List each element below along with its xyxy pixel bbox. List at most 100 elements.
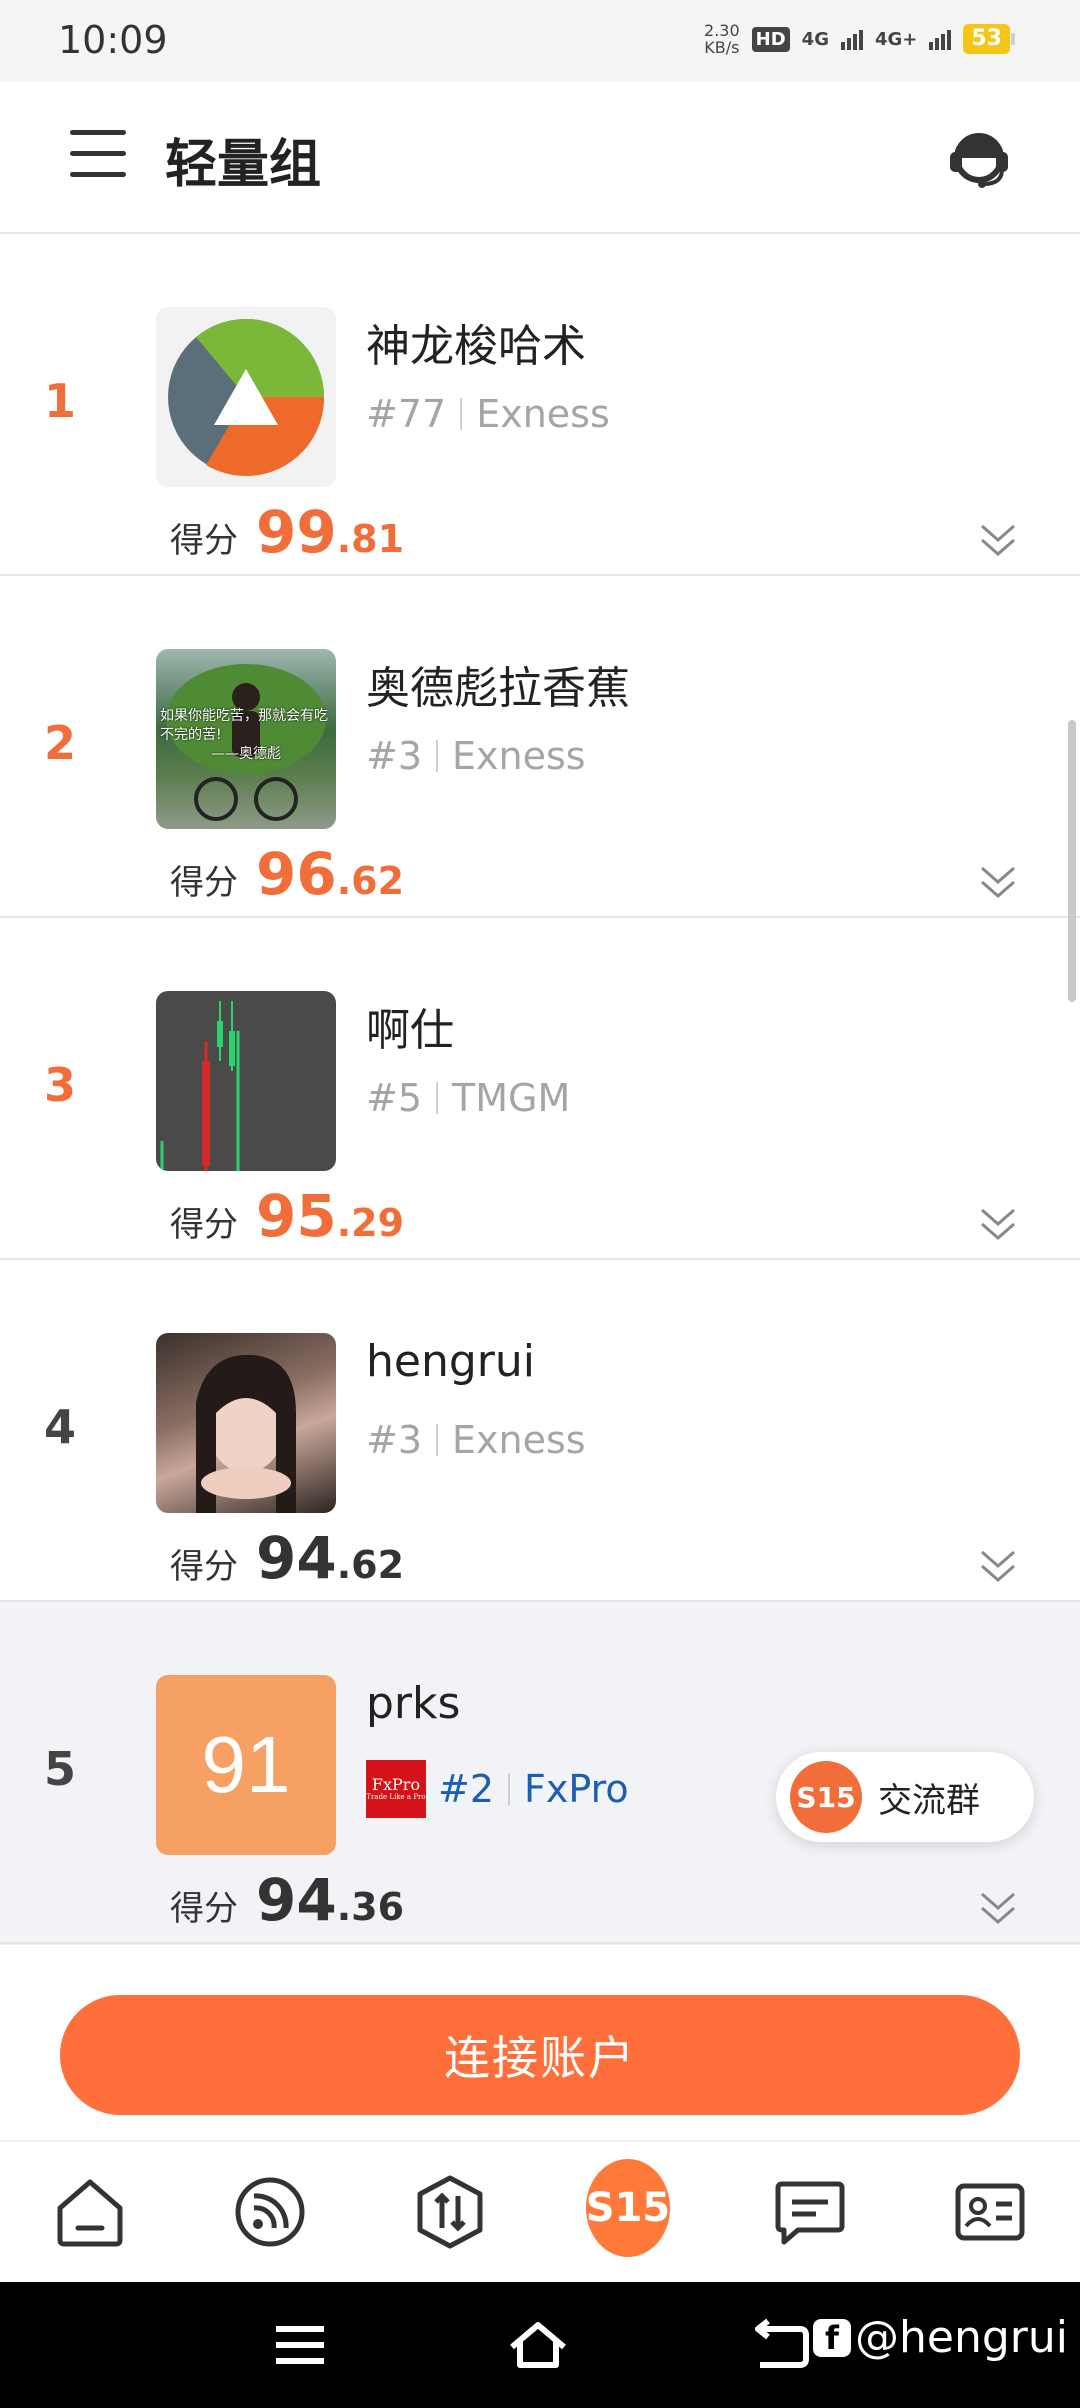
back-icon[interactable]: [752, 2317, 812, 2373]
score: 得分 99 .81: [170, 498, 404, 566]
scrollbar[interactable]: [1068, 720, 1076, 1002]
trader-avatar[interactable]: [156, 307, 336, 487]
network-type-1: 4G: [801, 28, 829, 50]
score-decimal: .62: [336, 859, 405, 903]
rank-number: 4: [43, 1400, 76, 1454]
score-decimal: .62: [336, 1543, 405, 1587]
account-meta: #5 TMGM: [366, 1076, 570, 1120]
recent-apps-icon[interactable]: [270, 2317, 330, 2373]
score-integer: 94: [256, 1524, 337, 1592]
rank-number: 2: [43, 716, 76, 770]
account-number: #77: [366, 392, 447, 436]
rank-number: 1: [43, 374, 76, 428]
score-integer: 95: [256, 1182, 337, 1250]
score-label: 得分: [170, 1547, 238, 1587]
score-integer: 96: [256, 840, 337, 908]
home-nav-icon[interactable]: [508, 2317, 568, 2373]
score: 得分 94 .36: [170, 1866, 404, 1934]
account-meta: #3 Exness: [366, 1418, 586, 1462]
avatar-caption-line: 如果你能吃苦，那就会有吃: [160, 708, 328, 724]
account-number: #2: [438, 1767, 495, 1811]
divider: [436, 1424, 439, 1456]
feed-icon[interactable]: [230, 2172, 310, 2252]
home-icon[interactable]: [50, 2172, 130, 2252]
cta-area: 连接账户: [0, 1944, 1080, 2140]
signal-icon-2: [929, 28, 952, 50]
leaderboard-list[interactable]: 1 神龙梭哈术 #77 Exness 得分 99 .81 2 如果你能吃苦，那就…: [0, 234, 1080, 1944]
trader-avatar[interactable]: 如果你能吃苦，那就会有吃 不完的苦! ——奥德彪: [156, 649, 336, 829]
profile-card-icon[interactable]: [950, 2172, 1030, 2252]
bottom-tab-bar: S15: [0, 2140, 1080, 2282]
trader-avatar[interactable]: 91: [156, 1675, 336, 1855]
list-item[interactable]: 1 神龙梭哈术 #77 Exness 得分 99 .81: [0, 234, 1080, 576]
account-meta: FxPro Trade Like a Pro #2 FxPro: [366, 1760, 629, 1818]
trader-name[interactable]: 神龙梭哈术: [366, 310, 586, 374]
status-bar: 10:09 2.30 KB/s HD 4G 4G+ 53: [0, 0, 1080, 82]
broker-name: TMGM: [452, 1076, 571, 1120]
score-decimal: .29: [336, 1201, 405, 1245]
broker-name: Exness: [476, 392, 610, 436]
score-label: 得分: [170, 1205, 238, 1245]
s15-logo-icon[interactable]: S15: [585, 2159, 671, 2257]
expand-chevron-icon[interactable]: [978, 520, 1018, 560]
system-navigation-bar: f @hengrui: [0, 2282, 1080, 2408]
divider: [436, 1082, 439, 1114]
score-integer: 94: [256, 1866, 337, 1934]
score-label: 得分: [170, 863, 238, 903]
trade-icon[interactable]: [410, 2172, 490, 2252]
trader-name[interactable]: 奥德彪拉香蕉: [366, 652, 630, 716]
account-number: #5: [366, 1076, 423, 1120]
avatar-initials: 91: [201, 1720, 291, 1809]
messages-icon[interactable]: [770, 2172, 850, 2252]
account-meta: #77 Exness: [366, 392, 610, 436]
score-label: 得分: [170, 521, 238, 561]
account-meta: #3 Exness: [366, 734, 586, 778]
list-item[interactable]: 3 啊仕 #5 TMGM 得分 95 .29: [0, 918, 1080, 1260]
broker-name: Exness: [452, 734, 586, 778]
account-number: #3: [366, 734, 423, 778]
score-decimal: .36: [336, 1885, 405, 1929]
score: 得分 96 .62: [170, 840, 404, 908]
list-item[interactable]: 2 如果你能吃苦，那就会有吃 不完的苦! ——奥德彪 奥德彪拉香蕉 #3 Exn…: [0, 576, 1080, 918]
app-header: 轻量组: [0, 82, 1080, 234]
broker-name: Exness: [452, 1418, 586, 1462]
avatar-caption-line: 不完的苦!: [160, 727, 222, 743]
status-time: 10:09: [58, 18, 168, 62]
community-chat-button[interactable]: S15 交流群: [776, 1752, 1034, 1842]
list-item[interactable]: 4 hengrui #3 Exness 得分 94 .62: [0, 1260, 1080, 1602]
watermark-handle: @hengrui: [855, 2312, 1068, 2363]
score-integer: 99: [256, 498, 337, 566]
facebook-icon: f: [813, 2318, 852, 2357]
expand-chevron-icon[interactable]: [978, 1888, 1018, 1928]
score-label: 得分: [170, 1889, 238, 1929]
status-icons: 2.30 KB/s HD 4G 4G+ 53: [704, 21, 1015, 57]
hamburger-menu-icon[interactable]: [70, 130, 126, 180]
account-number: #3: [366, 1418, 423, 1462]
divider: [436, 740, 439, 772]
expand-chevron-icon[interactable]: [978, 1546, 1018, 1586]
avatar-caption-line: ——奥德彪: [211, 746, 281, 762]
broker-name: FxPro: [524, 1767, 629, 1811]
expand-chevron-icon[interactable]: [978, 1204, 1018, 1244]
divider: [508, 1773, 511, 1805]
trader-name[interactable]: hengrui: [366, 1336, 535, 1387]
network-type-2: 4G+: [874, 28, 918, 50]
score: 得分 95 .29: [170, 1182, 404, 1250]
trader-name[interactable]: 啊仕: [366, 994, 454, 1058]
hd-call-icon: HD: [751, 26, 790, 52]
connect-account-button[interactable]: 连接账户: [60, 1995, 1020, 2115]
expand-chevron-icon[interactable]: [978, 862, 1018, 902]
page-title: 轻量组: [165, 135, 322, 195]
signal-icon-1: [840, 28, 863, 50]
trader-name[interactable]: prks: [366, 1678, 460, 1729]
divider: [460, 398, 463, 430]
network-speed: 2.30 KB/s: [704, 21, 740, 57]
s15-logo-icon: S15: [790, 1761, 862, 1833]
trader-avatar[interactable]: [156, 991, 336, 1171]
rank-number: 5: [43, 1742, 76, 1796]
score-decimal: .81: [336, 517, 405, 561]
watermark: f @hengrui: [813, 2312, 1068, 2363]
headset-icon[interactable]: [944, 122, 1014, 192]
trader-avatar[interactable]: [156, 1333, 336, 1513]
score: 得分 94 .62: [170, 1524, 404, 1592]
